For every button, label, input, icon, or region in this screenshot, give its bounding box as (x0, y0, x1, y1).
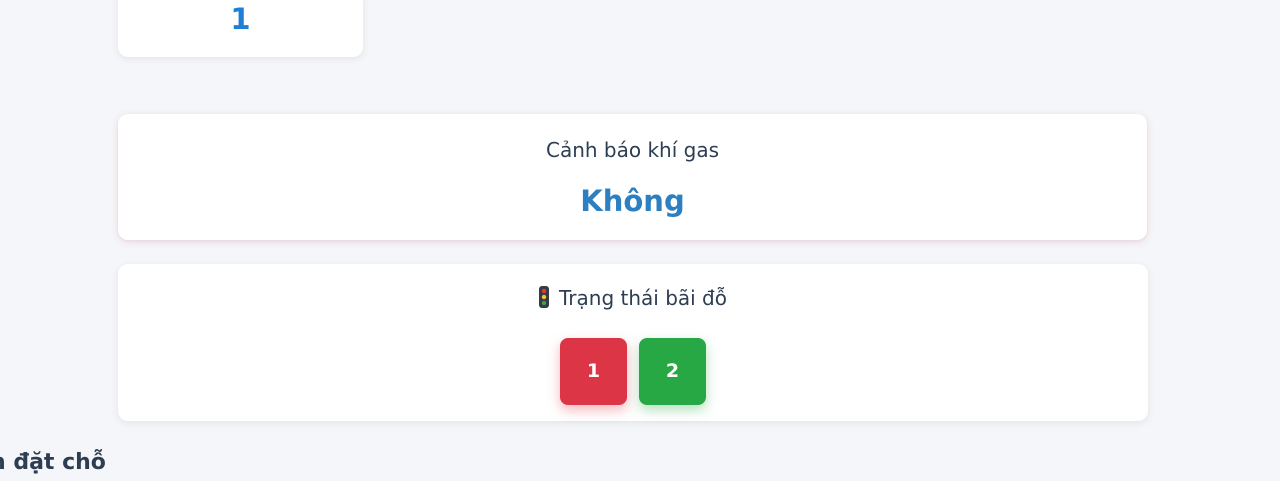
stat-value: 1 (230, 2, 251, 36)
parking-status-card: Trạng thái bãi đỗ 1 2 (118, 264, 1148, 421)
parking-slot-2[interactable]: 2 (639, 338, 706, 405)
parking-status-title: Trạng thái bãi đỗ (559, 286, 727, 310)
gas-alert-title: Cảnh báo khí gas (545, 138, 720, 162)
parking-slot-1[interactable]: 1 (560, 338, 627, 405)
parking-status-title-row: Trạng thái bãi đỗ (118, 286, 1148, 310)
traffic-light-icon (539, 286, 550, 308)
booking-section-heading: n đặt chỗ (0, 450, 106, 475)
stat-card: 1 (118, 0, 363, 57)
parking-slots: 1 2 (118, 338, 1148, 405)
gas-alert-card: Cảnh báo khí gas Không (118, 114, 1147, 240)
gas-alert-value: Không (580, 184, 685, 218)
